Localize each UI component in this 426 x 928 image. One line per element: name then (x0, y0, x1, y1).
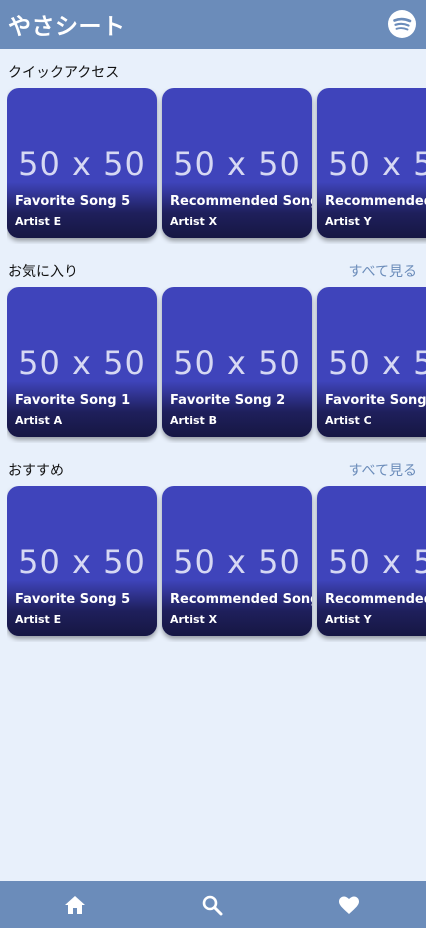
card-gradient (162, 381, 312, 437)
card-gradient (7, 580, 157, 636)
section-title-quick-access: クイックアクセス (8, 65, 120, 81)
song-card[interactable]: 50 x 50 Favorite Song 2 Artist B (162, 287, 312, 437)
song-card[interactable]: 50 x 50 Favorite Song 5 Artist E (7, 486, 157, 636)
song-title: Favorite Song 1 (15, 393, 131, 408)
card-gradient (317, 580, 426, 636)
song-title: Favorite Song 5 (15, 194, 131, 209)
album-art-placeholder: 50 x 50 (18, 543, 146, 581)
song-artist: Artist E (15, 613, 62, 626)
home-icon[interactable] (63, 893, 87, 917)
song-title: Favorite Song 2 (170, 393, 286, 408)
card-gradient (7, 381, 157, 437)
song-artist: Artist Y (325, 215, 372, 228)
song-card[interactable]: 50 x 50 Favorite Song 1 Artist A (7, 287, 157, 437)
song-artist: Artist X (170, 613, 218, 626)
card-gradient (7, 182, 157, 238)
card-gradient (162, 182, 312, 238)
song-artist: Artist Y (325, 613, 372, 626)
section-title-favorites: お気に入り (8, 264, 78, 280)
card-gradient (162, 580, 312, 636)
section-title-recommended: おすすめ (8, 463, 64, 479)
song-title: Favorite Song 5 (15, 592, 131, 607)
app-header: やさシート (0, 0, 426, 49)
song-artist: Artist E (15, 215, 62, 228)
album-art-placeholder: 50 x 50 (173, 344, 301, 382)
song-card[interactable]: 50 x 50 Recommended Song 2 Artist Y (317, 486, 426, 636)
album-art-placeholder: 50 x 50 (173, 145, 301, 183)
card-row-recommended[interactable]: 50 x 50 Favorite Song 5 Artist E 50 x 50… (7, 486, 426, 642)
song-artist: Artist X (170, 215, 218, 228)
album-art-placeholder: 50 x 50 (18, 344, 146, 382)
song-artist: Artist B (170, 414, 217, 427)
search-icon[interactable] (200, 893, 224, 917)
see-all-recommended-link[interactable]: すべて見る (349, 460, 417, 480)
card-row-quick-access[interactable]: 50 x 50 Favorite Song 5 Artist E 50 x 50… (7, 88, 426, 244)
card-gradient (317, 381, 426, 437)
album-art-placeholder: 50 x 50 (18, 145, 146, 183)
see-all-favorites-link[interactable]: すべて見る (349, 261, 417, 281)
song-title: Recommended Song 2 (325, 592, 426, 607)
card-row-favorites[interactable]: 50 x 50 Favorite Song 1 Artist A 50 x 50… (7, 287, 426, 443)
song-card[interactable]: 50 x 50 Recommended Song 1 Artist X (162, 486, 312, 636)
song-title: Recommended Song 1 (170, 592, 312, 607)
album-art-placeholder: 50 x 50 (328, 543, 426, 581)
album-art-placeholder: 50 x 50 (328, 145, 426, 183)
song-card[interactable]: 50 x 50 Recommended Song 2 Artist Y (317, 88, 426, 238)
song-card[interactable]: 50 x 50 Favorite Song 5 Artist E (7, 88, 157, 238)
spotify-icon[interactable] (387, 9, 417, 39)
bottom-nav (0, 881, 426, 928)
song-card[interactable]: 50 x 50 Favorite Song 3 Artist C (317, 287, 426, 437)
song-title: Recommended Song 1 (170, 194, 312, 209)
app-title: やさシート (8, 14, 126, 40)
song-title: Favorite Song 3 (325, 393, 426, 408)
card-gradient (317, 182, 426, 238)
app-root: やさシート クイックアクセス 50 x 50 Favorite Song 5 A… (0, 0, 426, 928)
song-artist: Artist A (15, 414, 63, 427)
song-title: Recommended Song 2 (325, 194, 426, 209)
album-art-placeholder: 50 x 50 (173, 543, 301, 581)
album-art-placeholder: 50 x 50 (328, 344, 426, 382)
song-artist: Artist C (325, 414, 372, 427)
song-card[interactable]: 50 x 50 Recommended Song 1 Artist X (162, 88, 312, 238)
heart-icon[interactable] (337, 893, 361, 917)
